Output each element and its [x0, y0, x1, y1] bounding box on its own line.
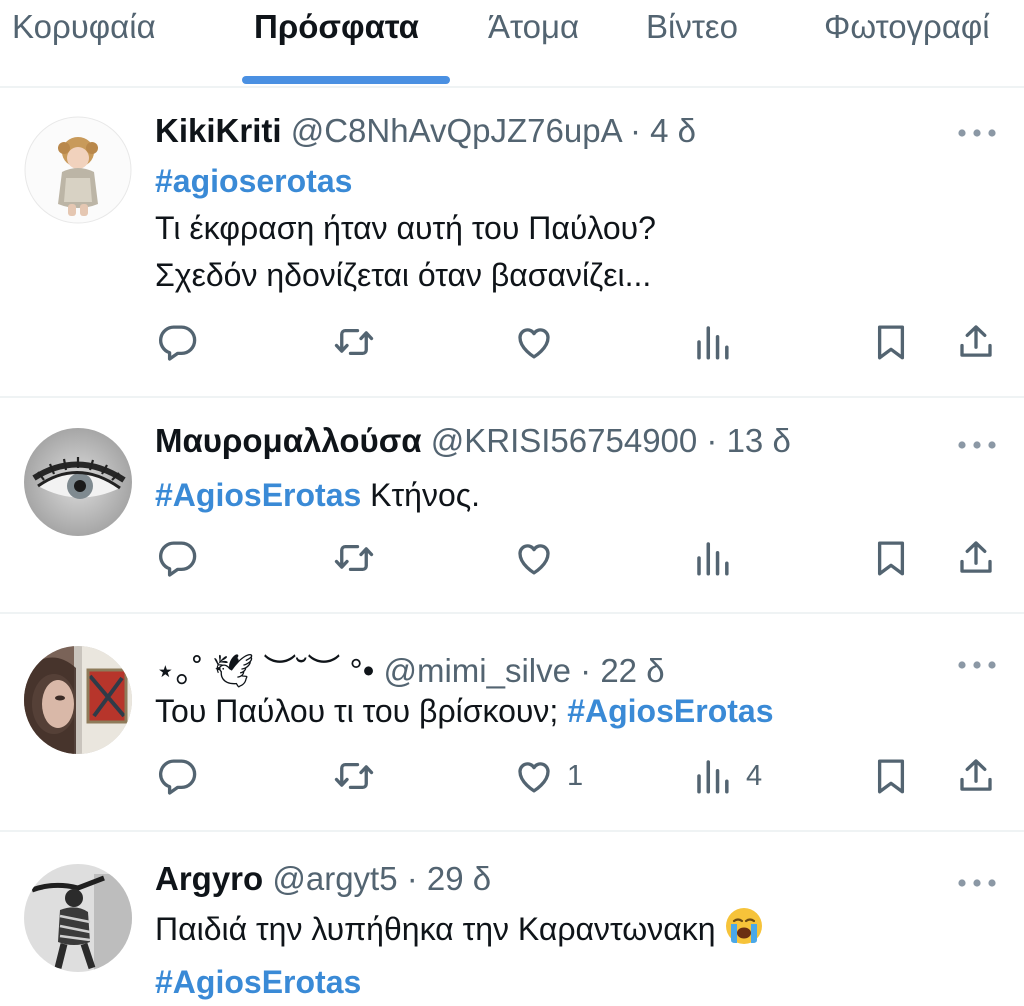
hashtag-link[interactable]: #AgiosErotas — [567, 693, 773, 729]
user-handle[interactable]: @mimi_silve — [383, 652, 571, 689]
tweet-text-line: Κτήνος. — [361, 477, 481, 513]
bookmark-button[interactable] — [870, 536, 912, 580]
reply-button[interactable] — [157, 754, 199, 798]
views-button[interactable] — [692, 536, 734, 580]
reply-icon — [159, 541, 197, 577]
tweet-time[interactable]: · 22 δ — [580, 652, 664, 689]
avatar-dancer-image — [24, 864, 132, 972]
tweet-text-line: Παιδιά την λυπήθηκα την Καραντωνακη — [155, 911, 725, 947]
share-icon — [960, 325, 992, 357]
like-button[interactable] — [513, 320, 555, 364]
tab-latest[interactable]: Πρόσφατα — [254, 8, 419, 46]
retweet-icon — [334, 762, 374, 790]
tab-top[interactable]: Κορυφαία — [12, 8, 156, 46]
tweet-actions — [0, 320, 1024, 364]
tweet-time[interactable]: · 29 δ — [407, 860, 491, 897]
views-icon — [697, 760, 729, 794]
tweet-time[interactable]: · 4 δ — [630, 112, 696, 149]
like-button[interactable]: 1 — [513, 754, 583, 798]
loudly-crying-face-emoji — [724, 906, 764, 959]
tweet[interactable]: Argyro @argyt5 · 29 δ Παιδιά την λυπήθηκ… — [0, 832, 1024, 1000]
tweet-text-line: Τι έκφραση ήταν αυτή του Παύλου? — [155, 210, 656, 246]
reply-icon — [159, 325, 197, 361]
bookmark-button[interactable] — [870, 320, 912, 364]
active-tab-indicator — [242, 76, 450, 84]
hashtag-link[interactable]: #agioserotas — [155, 163, 352, 199]
user-handle[interactable]: @argyt5 — [272, 860, 397, 897]
share-icon — [960, 759, 992, 791]
views-button[interactable]: 4 — [692, 754, 762, 798]
avatar[interactable] — [24, 864, 132, 972]
hashtag-link[interactable]: #AgiosErotas — [155, 477, 361, 513]
avatar-doll-image — [24, 116, 132, 224]
retweet-icon — [334, 544, 374, 572]
avatar-eye-image — [24, 428, 132, 536]
more-icon[interactable] — [956, 435, 998, 455]
tab-videos[interactable]: Βίντεο — [646, 8, 738, 46]
retweet-button[interactable] — [333, 754, 375, 798]
like-icon — [518, 544, 550, 575]
like-icon — [518, 762, 550, 793]
retweet-icon — [334, 328, 374, 356]
like-icon — [518, 328, 550, 359]
tweet-text: Του Παύλου τι του βρίσκουν; #AgiosErotas — [155, 688, 773, 735]
avatar[interactable] — [24, 428, 132, 536]
tweet-time[interactable]: · 13 δ — [706, 422, 790, 459]
user-handle[interactable]: @C8NhAvQpJZ76upA — [291, 112, 621, 149]
tweet-text: #AgiosErotas Κτήνος. — [155, 472, 480, 519]
view-count: 4 — [746, 759, 763, 792]
tweet-text-line: Σχεδόν ηδονίζεται όταν βασανίζει... — [155, 257, 652, 293]
share-icon — [960, 541, 992, 573]
like-button[interactable] — [513, 536, 555, 580]
retweet-button[interactable] — [333, 536, 375, 580]
tweet[interactable]: Μαυρομαλλούσα @KRISI56754900 · 13 δ #Agi… — [0, 398, 1024, 614]
display-name[interactable]: ⋆｡˚ 🕊︎ ︶˘︶ °• — [155, 652, 374, 689]
display-name[interactable]: Argyro — [155, 860, 263, 897]
retweet-button[interactable] — [333, 320, 375, 364]
tweet-header: Μαυρομαλλούσα @KRISI56754900 · 13 δ — [155, 422, 791, 460]
tweet-header: Argyro @argyt5 · 29 δ — [155, 860, 491, 898]
share-button[interactable] — [955, 536, 997, 580]
user-handle[interactable]: @KRISI56754900 — [431, 422, 698, 459]
more-icon[interactable] — [956, 655, 998, 675]
bookmark-button[interactable] — [870, 754, 912, 798]
tweet[interactable]: ⋆｡˚ 🕊︎ ︶˘︶ °• @mimi_silve · 22 δ Του Παύ… — [0, 614, 1024, 832]
avatar[interactable] — [24, 646, 132, 754]
like-count: 1 — [567, 759, 584, 792]
avatar[interactable] — [24, 116, 132, 224]
views-icon — [697, 326, 729, 360]
tab-photos[interactable]: Φωτογραφί — [824, 8, 990, 46]
hashtag-link[interactable]: #AgiosErotas — [155, 964, 361, 1000]
tweet-text: Παιδιά την λυπήθηκα την Καραντωνακη #Agi… — [155, 906, 764, 1006]
views-button[interactable] — [692, 320, 734, 364]
tweet[interactable]: KikiKriti @C8NhAvQpJZ76upA · 4 δ #agiose… — [0, 88, 1024, 398]
reply-button[interactable] — [157, 320, 199, 364]
bookmark-icon — [877, 325, 905, 360]
views-icon — [697, 542, 729, 576]
bookmark-icon — [877, 541, 905, 576]
tab-people[interactable]: Άτομα — [488, 8, 579, 46]
display-name[interactable]: KikiKriti — [155, 112, 282, 149]
search-tabs: Κορυφαία Πρόσφατα Άτομα Βίντεο Φωτογραφί — [0, 0, 1024, 88]
tweet-text-line: Του Παύλου τι του βρίσκουν; — [155, 693, 568, 729]
tweet-header: ⋆｡˚ 🕊︎ ︶˘︶ °• @mimi_silve · 22 δ — [155, 644, 665, 692]
bookmark-icon — [877, 759, 905, 794]
share-button[interactable] — [955, 320, 997, 364]
tweet-text: #agioserotas Τι έκφραση ήταν αυτή του Πα… — [155, 158, 656, 299]
share-button[interactable] — [955, 754, 997, 798]
tweet-header: KikiKriti @C8NhAvQpJZ76upA · 4 δ — [155, 112, 696, 150]
reply-button[interactable] — [157, 536, 199, 580]
more-icon[interactable] — [956, 873, 998, 893]
tweet-actions: 1 4 — [0, 754, 1024, 798]
tweet-actions — [0, 536, 1024, 580]
avatar-portrait-image — [24, 646, 132, 754]
display-name[interactable]: Μαυρομαλλούσα — [155, 422, 422, 459]
reply-icon — [159, 759, 197, 795]
more-icon[interactable] — [956, 123, 998, 143]
